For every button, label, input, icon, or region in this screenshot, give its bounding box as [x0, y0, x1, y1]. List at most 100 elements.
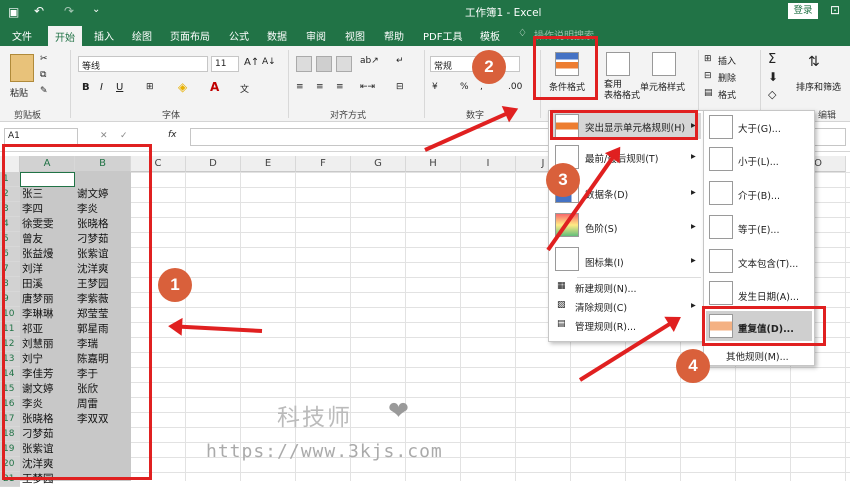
submenu-item-more-rules[interactable]: 其他规则(M)... — [726, 349, 789, 363]
menu-item-clear-rules[interactable]: 清除规则(C) — [575, 300, 627, 314]
currency-icon[interactable]: ¥ — [432, 82, 438, 92]
bottom-align-icon[interactable] — [336, 56, 352, 72]
paste-button[interactable]: 粘贴 — [10, 86, 28, 99]
clear-icon[interactable]: ◇ — [768, 88, 776, 101]
tab-file[interactable]: 文件 — [12, 28, 32, 43]
format-cells-icon[interactable]: ▤ — [704, 88, 713, 98]
menu-item-icon-sets[interactable]: 图标集(I) — [585, 255, 624, 269]
percent-button[interactable]: % — [460, 82, 469, 92]
fill-color-icon[interactable]: ◈ — [178, 80, 187, 94]
watermark-name: 科技师 — [277, 405, 352, 431]
tab-pdf-tools[interactable]: PDF工具 — [423, 28, 462, 43]
menu-item-manage-rules[interactable]: 管理规则(R)... — [575, 319, 636, 333]
top-align-icon[interactable] — [296, 56, 312, 72]
align-left-icon[interactable]: ≡ — [296, 82, 304, 92]
format-as-table-button[interactable]: 套用 表格格式 — [604, 80, 640, 102]
submenu-item-greater-than[interactable]: 大于(G)... — [738, 121, 781, 135]
align-center-icon[interactable]: ≡ — [316, 82, 324, 92]
wrap-text-icon[interactable]: ↵ — [396, 56, 404, 66]
decimal-icon[interactable]: .00 — [508, 82, 522, 92]
new-rule-icon: ▦ — [557, 281, 566, 291]
delete-cells-icon[interactable]: ⊟ — [704, 71, 712, 81]
insert-cells-button[interactable]: 插入 — [718, 54, 736, 67]
ribbon-display-icon[interactable]: ⊡ — [830, 3, 840, 17]
submenu-arrow-icon: ▸ — [691, 255, 696, 266]
watermark-url: https://www.3kjs.com — [206, 441, 443, 462]
login-button[interactable]: 登录 — [788, 3, 818, 19]
tab-insert[interactable]: 插入 — [94, 28, 114, 43]
orientation-icon[interactable]: ab↗ — [360, 56, 379, 66]
column-header-d[interactable]: D — [186, 156, 241, 172]
step-badge-1: 1 — [158, 268, 192, 302]
annotation-box-cond-format — [533, 36, 598, 100]
insert-cells-icon[interactable]: ⊞ — [704, 54, 712, 64]
tab-formulas[interactable]: 公式 — [229, 28, 249, 43]
paste-icon[interactable] — [10, 54, 34, 82]
formula-enter-icon[interactable]: ✓ — [120, 131, 128, 141]
tab-view[interactable]: 视图 — [345, 28, 365, 43]
undo-icon[interactable]: ↶ — [34, 4, 44, 18]
ribbon-tabs: 文件 开始 插入 绘图 页面布局 公式 数据 审阅 视图 帮助 PDF工具 模板… — [0, 24, 850, 46]
submenu-arrow-icon: ▸ — [691, 300, 696, 311]
tab-review[interactable]: 审阅 — [306, 28, 326, 43]
merge-center-icon[interactable]: ⊟ — [396, 82, 404, 92]
format-as-table-icon[interactable] — [606, 52, 630, 76]
menu-item-new-rule[interactable]: 新建规则(N)... — [575, 281, 637, 295]
format-painter-icon[interactable]: ✎ — [40, 86, 48, 96]
italic-button[interactable]: I — [100, 82, 103, 93]
editing-group-label: 编辑 — [818, 111, 837, 121]
between-icon — [709, 181, 733, 205]
tab-draw[interactable]: 绘图 — [132, 28, 152, 43]
middle-align-icon[interactable] — [316, 56, 332, 72]
submenu-item-date-occurring[interactable]: 发生日期(A)... — [738, 289, 799, 303]
shrink-font-icon[interactable]: A↓ — [262, 57, 276, 67]
column-header-h[interactable]: H — [406, 156, 461, 172]
tab-templates[interactable]: 模板 — [480, 28, 500, 43]
cell-styles-button[interactable]: 单元格样式 — [640, 80, 685, 93]
submenu-item-less-than[interactable]: 小于(L)... — [738, 154, 779, 168]
menu-item-color-scales[interactable]: 色阶(S) — [585, 221, 617, 235]
font-name-box[interactable]: 等线 — [78, 56, 208, 72]
phonetic-icon[interactable]: 文 — [240, 82, 249, 95]
bold-button[interactable]: B — [82, 82, 90, 93]
column-header-f[interactable]: F — [296, 156, 351, 172]
grow-font-icon[interactable]: A↑ — [244, 57, 259, 68]
sort-filter-icon[interactable]: ⇅ — [808, 54, 820, 70]
redo-icon[interactable]: ↷ — [64, 4, 74, 18]
fx-button[interactable]: fx — [168, 130, 177, 140]
tab-data[interactable]: 数据 — [267, 28, 287, 43]
submenu-item-text-contains[interactable]: 文本包含(T)... — [738, 256, 798, 270]
fill-icon[interactable]: ⬇ — [768, 70, 778, 84]
customize-toolbar-icon[interactable]: ⌄ — [92, 4, 100, 15]
underline-button[interactable]: U — [116, 82, 123, 93]
font-size-box[interactable]: 11 — [211, 56, 239, 72]
column-header-i[interactable]: I — [461, 156, 516, 172]
save-icon[interactable]: ▣ — [8, 5, 19, 19]
manage-rules-icon: ▤ — [557, 319, 566, 329]
equal-to-icon — [709, 215, 733, 239]
indent-icon[interactable]: ⇤⇥ — [360, 82, 375, 92]
column-header-g[interactable]: G — [351, 156, 406, 172]
tab-home[interactable]: 开始 — [48, 26, 82, 46]
tab-help[interactable]: 帮助 — [384, 28, 404, 43]
align-right-icon[interactable]: ≡ — [336, 82, 344, 92]
comma-icon[interactable]: , — [480, 82, 483, 92]
submenu-item-between[interactable]: 介于(B)... — [738, 188, 780, 202]
formula-cancel-icon[interactable]: ✕ — [100, 131, 108, 141]
font-color-icon[interactable]: A — [210, 80, 219, 94]
submenu-arrow-icon: ▸ — [691, 221, 696, 232]
column-header-e[interactable]: E — [241, 156, 296, 172]
copy-icon[interactable]: ⧉ — [40, 70, 46, 80]
delete-cells-button[interactable]: 删除 — [718, 71, 736, 84]
submenu-item-equal-to[interactable]: 等于(E)... — [738, 222, 779, 236]
border-icon[interactable]: ⊞ — [146, 82, 154, 92]
sort-filter-button[interactable]: 排序和筛选 — [796, 80, 841, 93]
cell-styles-icon[interactable] — [652, 52, 676, 76]
tab-page-layout[interactable]: 页面布局 — [170, 28, 210, 43]
annotation-box-highlight-rules — [550, 110, 698, 140]
cut-icon[interactable]: ✂ — [40, 54, 48, 64]
format-cells-button[interactable]: 格式 — [718, 88, 736, 101]
number-group-label: 数字 — [466, 111, 485, 121]
autosum-icon[interactable]: Σ — [768, 52, 776, 67]
heart-icon: ❤ — [388, 396, 409, 425]
